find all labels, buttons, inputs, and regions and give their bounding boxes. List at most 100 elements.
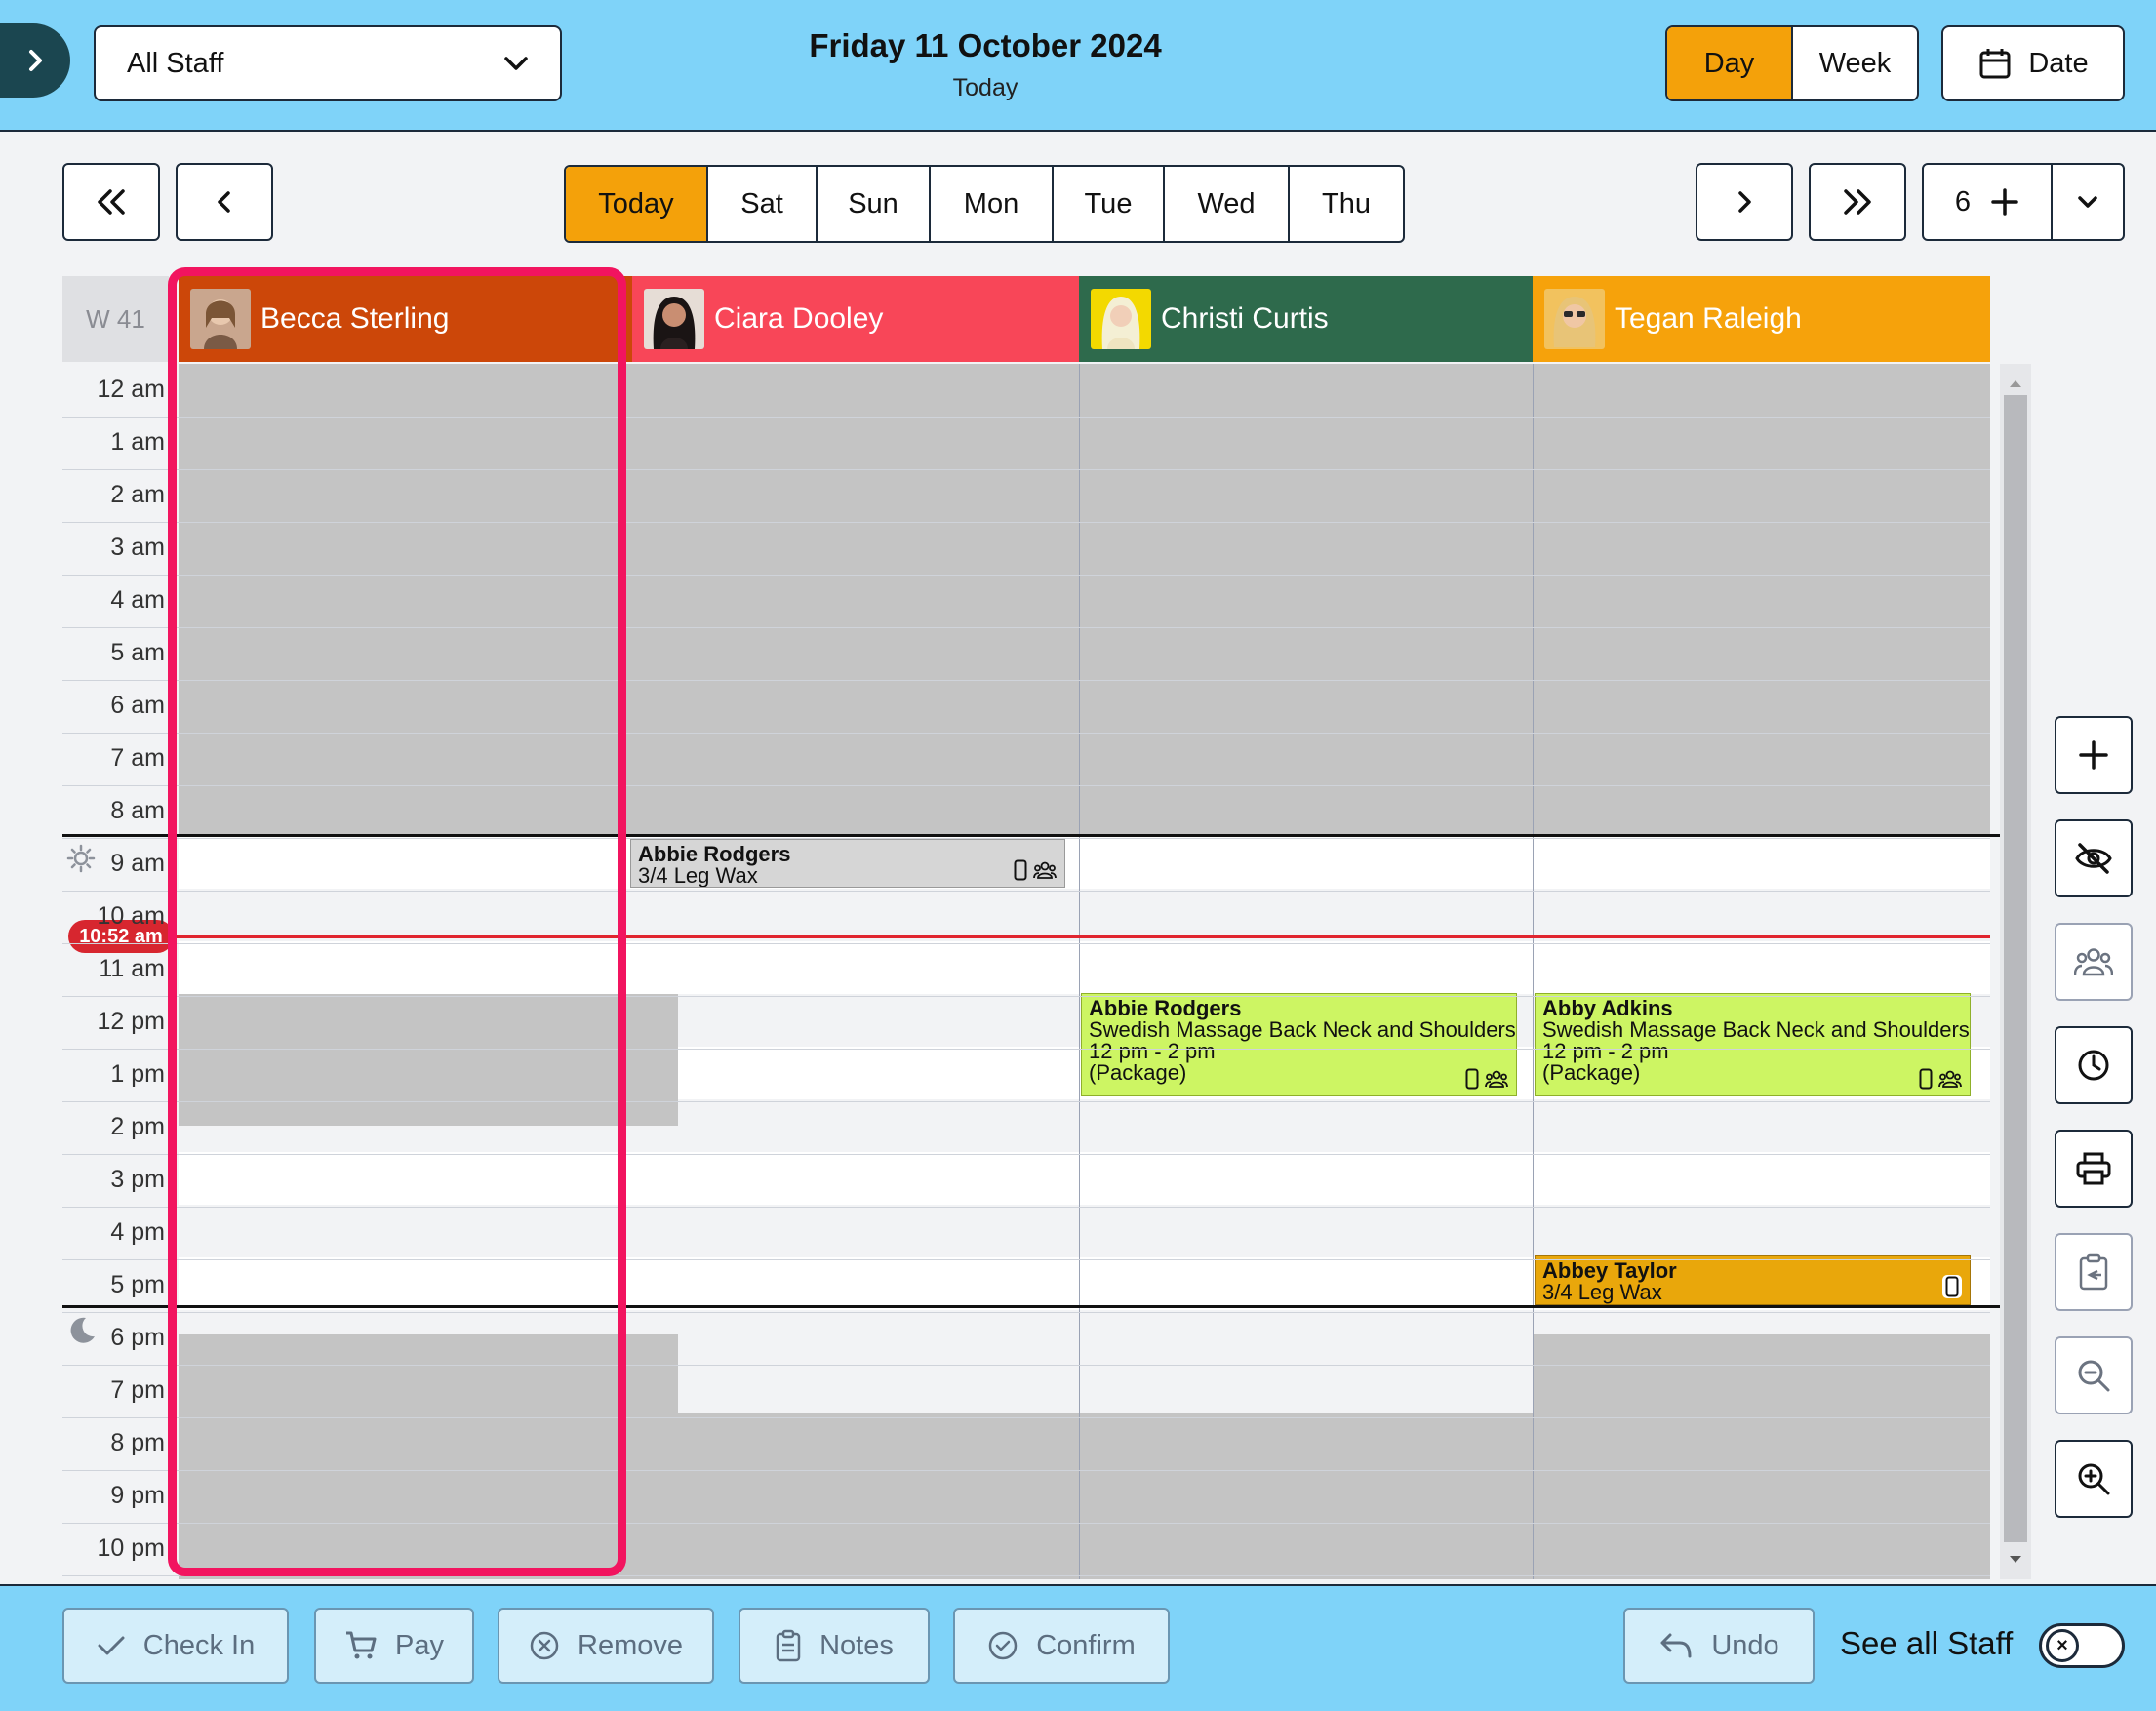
scrollbar-thumb[interactable] [2004,395,2027,1542]
closed-hours-block [1533,1334,1990,1579]
tab-tue[interactable]: Tue [1054,167,1165,241]
see-all-staff-label: See all Staff [1840,1625,2014,1661]
staff-name: Tegan Raleigh [1615,302,1802,335]
hour-label: 3 am [110,534,165,561]
confirm-button[interactable]: Confirm [953,1608,1170,1684]
chevron-down-icon [2078,196,2097,208]
check-in-button[interactable]: Check In [62,1608,289,1684]
calendar-icon [1979,49,2011,79]
time-button[interactable] [2055,1026,2133,1104]
appointment-card[interactable]: Abbie Rodgers Swedish Massage Back Neck … [1081,993,1517,1096]
staff-select-value: All Staff [127,47,224,79]
tab-today[interactable]: Today [566,167,708,241]
double-chevron-left-icon [98,189,125,215]
column-count-increase-button[interactable]: 6 [1924,165,2053,239]
check-circle-icon [988,1631,1018,1660]
appointment-card[interactable]: Abbey Taylor 3/4 Leg Wax [1535,1255,1971,1305]
phone-icon [1919,1068,1933,1090]
tab-sun[interactable]: Sun [818,167,931,241]
tab-wed[interactable]: Wed [1165,167,1290,241]
scroll-up-icon[interactable] [2008,378,2023,389]
hour-label: 4 pm [110,1218,165,1246]
chevron-right-icon [29,50,42,71]
x-circle-icon [530,1631,559,1660]
clipboard-button[interactable] [2055,1233,2133,1311]
hour-label: 10 am [97,902,165,930]
avatar [1091,289,1151,349]
jump-back-button[interactable] [62,163,160,241]
staff-header-christi-curtis[interactable]: Christi Curtis [1079,276,1574,362]
zoom-out-button[interactable] [2055,1336,2133,1414]
view-day-button[interactable]: Day [1667,27,1793,99]
group-icon [2074,948,2113,976]
appointment-card[interactable]: Abbie Rodgers 3/4 Leg Wax [630,839,1065,888]
column-divider [1533,364,1534,1579]
hour-label: 12 am [97,376,165,403]
page-title: Friday 11 October 2024 [809,27,1162,63]
hour-label: 7 am [110,744,165,772]
confirm-label: Confirm [1036,1629,1136,1661]
appointment-client: Abbey Taylor [1542,1258,1677,1283]
hour-label: 9 am [110,850,165,877]
hour-label: 8 pm [110,1429,165,1456]
toggle-visibility-button[interactable] [2055,819,2133,897]
hour-label: 8 am [110,797,165,824]
phone-icon [1014,859,1027,881]
jump-forward-button[interactable] [1809,163,1906,241]
undo-icon [1660,1633,1692,1658]
remove-label: Remove [578,1629,683,1661]
check-icon [98,1636,125,1655]
column-divider [1079,364,1080,1579]
appointment-time: 12 pm - 2 pm [1542,1039,1669,1063]
date-picker-button[interactable]: Date [1941,25,2125,101]
clock-icon [2078,1050,2109,1081]
previous-day-button[interactable] [176,163,273,241]
staff-header-ciara-dooley[interactable]: Ciara Dooley [632,276,1141,362]
closed-hours-block [632,1413,1533,1579]
remove-button[interactable]: Remove [498,1608,714,1684]
chevron-right-icon [1738,191,1751,213]
column-count-dropdown[interactable] [2053,165,2123,239]
staff-header-tegan-raleigh[interactable]: Tegan Raleigh [1533,276,1990,362]
next-day-button[interactable] [1696,163,1793,241]
plus-icon [1991,188,2018,216]
zoom-in-icon [2078,1463,2110,1495]
undo-button[interactable]: Undo [1623,1608,1815,1684]
tab-thu[interactable]: Thu [1290,167,1403,241]
pay-button[interactable]: Pay [314,1608,474,1684]
hour-label: 7 pm [110,1376,165,1404]
staff-name: Ciara Dooley [714,302,884,335]
appointment-service: Swedish Massage Back Neck and Shoulders [1089,1017,1516,1042]
appointment-service: Swedish Massage Back Neck and Shoulders [1542,1017,1970,1042]
staff-select[interactable]: All Staff [94,25,562,101]
staff-name: Christi Curtis [1161,302,1329,335]
cart-icon [346,1631,377,1659]
staff-group-button[interactable] [2055,923,2133,1001]
notes-button[interactable]: Notes [739,1608,930,1684]
hour-label: 1 pm [110,1060,165,1088]
hour-label: 3 pm [110,1166,165,1193]
hour-label: 12 pm [97,1008,165,1035]
plus-icon [2079,740,2108,770]
phone-icon [1942,1275,1962,1298]
tab-sat[interactable]: Sat [708,167,818,241]
scroll-down-icon[interactable] [2008,1554,2023,1566]
avatar [1544,289,1605,349]
column-count-control: 6 [1922,163,2125,241]
appointment-time: 12 pm - 2 pm [1089,1039,1216,1063]
date-button-label: Date [2028,47,2089,79]
undo-label: Undo [1711,1629,1779,1661]
add-appointment-button[interactable] [2055,716,2133,794]
toggle-knob: × [2046,1629,2079,1662]
appointment-card[interactable]: Abby Adkins Swedish Massage Back Neck an… [1535,993,1971,1096]
print-button[interactable] [2055,1130,2133,1208]
clipboard-icon [776,1629,801,1662]
see-all-staff-toggle[interactable]: × [2039,1623,2125,1668]
appointment-service: 3/4 Leg Wax [638,863,758,888]
tab-mon[interactable]: Mon [931,167,1054,241]
zoom-in-button[interactable] [2055,1440,2133,1518]
view-week-button[interactable]: Week [1793,27,1917,99]
day-tabs: Today Sat Sun Mon Tue Wed Thu [564,165,1405,243]
zoom-out-icon [2078,1360,2110,1392]
hour-label: 10 pm [97,1534,165,1562]
